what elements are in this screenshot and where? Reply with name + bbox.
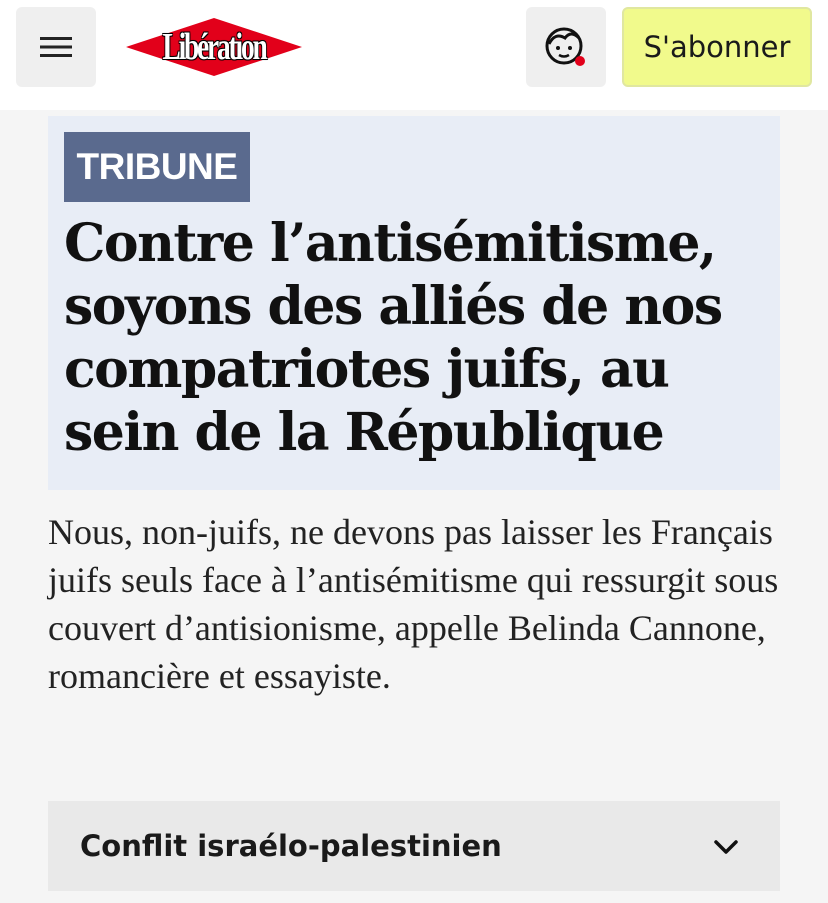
topic-label: Conflit israélo-palestinien <box>80 829 502 863</box>
site-logo[interactable]: Libération <box>126 14 302 80</box>
topic-dropdown[interactable]: Conflit israélo-palestinien <box>48 801 780 891</box>
account-button[interactable] <box>526 7 606 87</box>
logo-text: Libération <box>162 26 267 68</box>
site-header: Libération S'abonner <box>0 0 828 110</box>
headline-block: TRIBUNE Contre l’antisémitisme, soyons d… <box>48 116 780 490</box>
article-title: Contre l’antisémitisme, soyons des allié… <box>64 213 723 463</box>
hamburger-menu-icon <box>40 37 72 57</box>
subscribe-button[interactable]: S'abonner <box>622 7 812 87</box>
chevron-down-icon <box>714 840 738 854</box>
user-avatar-icon <box>545 27 585 66</box>
menu-button[interactable] <box>16 7 96 87</box>
article-lede: Nous, non-juifs, ne devons pas laisser l… <box>48 512 779 696</box>
notification-dot <box>575 56 585 66</box>
section-badge[interactable]: TRIBUNE <box>64 132 250 202</box>
